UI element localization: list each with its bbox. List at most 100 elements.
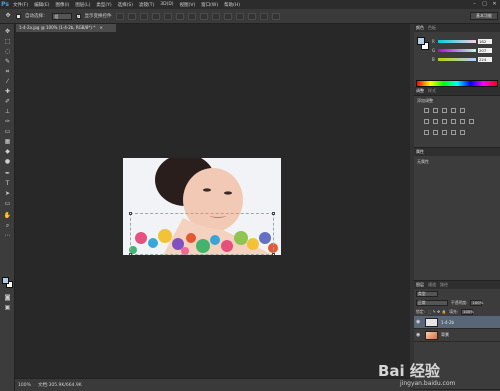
path-select-tool-icon[interactable]: ➤ [3,190,12,198]
transform-bounding-box[interactable] [129,212,275,255]
eraser-tool-icon[interactable]: ▭ [3,128,12,136]
hand-tool-icon[interactable]: ✋ [3,212,12,220]
brightness-contrast-icon[interactable] [424,108,429,113]
vibrance-icon[interactable] [460,108,465,113]
zoom-level[interactable]: 100% [18,383,32,388]
layer-row[interactable]: ◉ 背景 [414,329,500,342]
transform-handle-tl[interactable] [129,212,132,215]
menu-filter[interactable]: 滤镜(T) [136,2,157,8]
align-vcenter-icon[interactable] [127,12,136,20]
shape-tool-icon[interactable]: ▭ [3,200,12,208]
layer-name[interactable]: 1-4-2b [441,320,454,325]
history-brush-tool-icon[interactable]: ✑ [3,118,12,126]
tab-channels[interactable]: 通道 [428,282,436,288]
quick-mask-icon[interactable]: ◙ [3,294,12,302]
gradient-map-icon[interactable] [460,130,465,135]
menu-view[interactable]: 视图(V) [177,2,199,8]
g-value[interactable]: 207 [478,47,492,53]
tab-adjustments[interactable]: 调整 [416,88,424,94]
lock-icons[interactable]: ⬚ ✎ ✥ 🔒 [428,309,446,314]
levels-icon[interactable] [433,108,438,113]
distribute-left-icon[interactable] [223,12,232,20]
r-track[interactable] [438,39,476,43]
distribute-hcenter-icon[interactable] [235,12,244,20]
document-tab[interactable]: 1-4-2a.jpg @ 100% (1-4-2b, RGB/8*) * × [16,24,116,32]
distribute-right-icon[interactable] [247,12,256,20]
posterize-icon[interactable] [433,130,438,135]
distribute-bottom-icon[interactable] [211,12,220,20]
distribute-vcenter-icon[interactable] [199,12,208,20]
b-track[interactable] [438,57,476,61]
lasso-tool-icon[interactable]: ◌ [3,48,12,56]
menu-3d[interactable]: 3D(D) [157,2,176,7]
crop-tool-icon[interactable]: ⌗ [3,68,12,76]
gradient-tool-icon[interactable]: ▦ [3,138,12,146]
workspace-switcher[interactable]: 基本功能 [470,12,498,20]
r-slider[interactable]: R 182 [432,38,498,44]
transform-handle-bl[interactable] [129,253,132,255]
blend-mode-dropdown[interactable]: 正常 [416,299,448,306]
panel-foreground-swatch[interactable] [417,37,425,45]
align-hcenter-icon[interactable] [163,12,172,20]
canvas-area[interactable] [15,32,410,378]
clone-stamp-tool-icon[interactable]: ⊥ [3,108,12,116]
tab-paths[interactable]: 路径 [440,282,448,288]
blur-tool-icon[interactable]: ◆ [3,148,12,156]
transform-handle-br[interactable] [272,253,275,255]
photo-filter-icon[interactable] [451,119,456,124]
b-slider[interactable]: B 224 [432,56,498,62]
visibility-eye-icon[interactable]: ◉ [416,332,422,338]
align-top-icon[interactable] [115,12,124,20]
threshold-icon[interactable] [442,130,447,135]
menu-edit[interactable]: 编辑(E) [31,2,52,8]
align-left-icon[interactable] [151,12,160,20]
screen-mode-icon[interactable]: ▣ [3,304,12,312]
auto-select-checkbox[interactable] [16,13,21,19]
more-tools-icon[interactable]: ⋯ [3,232,12,240]
layer-name[interactable]: 背景 [441,332,449,338]
color-spectrum[interactable] [416,80,498,87]
menu-image[interactable]: 图像(I) [52,2,72,8]
menu-type[interactable]: 类型(Y) [93,2,114,8]
quick-select-tool-icon[interactable]: ✎ [3,58,12,66]
pen-tool-icon[interactable]: ✒ [3,170,12,178]
tab-layers[interactable]: 图层 [416,282,424,288]
layer-kind-filter[interactable]: 类型 [416,290,438,297]
menu-help[interactable]: 帮助(H) [221,2,243,8]
fill-input[interactable]: 100% [461,308,474,315]
color-lookup-icon[interactable] [469,119,474,124]
exposure-icon[interactable] [451,108,456,113]
type-tool-icon[interactable]: T [3,180,12,188]
3d-mode-icon[interactable] [271,12,280,20]
close-button[interactable]: ✕ [491,1,498,7]
close-document-icon[interactable]: × [99,25,102,30]
minimize-button[interactable]: – [471,1,478,7]
transform-handle-tr[interactable] [272,212,275,215]
eyedropper-tool-icon[interactable]: ⁄ [3,78,12,86]
foreground-color-swatch[interactable] [2,277,9,284]
invert-icon[interactable] [424,130,429,135]
color-balance-icon[interactable] [433,119,438,124]
menu-select[interactable]: 选择(S) [115,2,136,8]
document-canvas[interactable] [123,158,281,255]
g-slider[interactable]: G 207 [432,47,498,53]
channel-mixer-icon[interactable] [460,119,465,124]
distribute-top-icon[interactable] [187,12,196,20]
marquee-tool-icon[interactable]: ⬚ [3,38,12,46]
tab-swatches[interactable]: 色板 [428,25,436,31]
auto-select-dropdown[interactable]: 组 [51,12,72,20]
b-value[interactable]: 224 [478,56,492,62]
healing-brush-tool-icon[interactable]: ✚ [3,88,12,96]
g-track[interactable] [438,48,476,52]
brush-tool-icon[interactable]: ✐ [3,98,12,106]
align-bottom-icon[interactable] [139,12,148,20]
tab-color[interactable]: 颜色 [416,25,424,31]
visibility-eye-icon[interactable]: ◉ [416,319,422,325]
black-white-icon[interactable] [442,119,447,124]
dodge-tool-icon[interactable]: ● [3,158,12,166]
curves-icon[interactable] [442,108,447,113]
maximize-button[interactable]: □ [481,1,488,7]
transform-controls-checkbox[interactable]: ✓ [75,13,81,19]
opacity-input[interactable]: 100% [470,299,483,306]
zoom-tool-icon[interactable]: ⌕ [3,222,12,230]
